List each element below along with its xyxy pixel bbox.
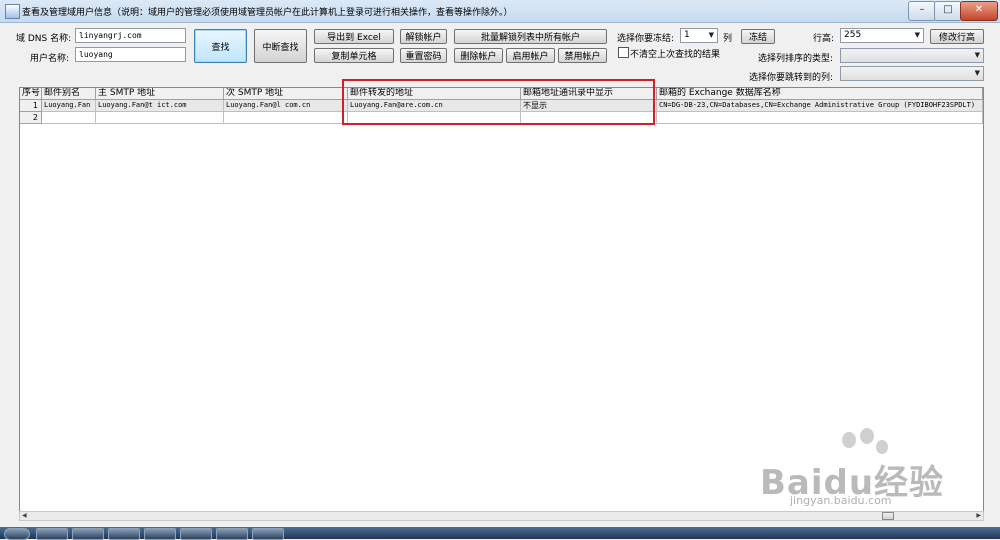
chevron-down-icon: ▼ — [708, 31, 714, 39]
app-icon — [5, 4, 20, 19]
dns-label: 域 DNS 名称: — [16, 34, 72, 44]
scrollbar-thumb[interactable] — [882, 512, 894, 520]
enable-account-button[interactable]: 启用帐户 — [506, 48, 555, 63]
chevron-down-icon: ▼ — [974, 69, 980, 77]
table-cell-secondary-smtp[interactable] — [224, 112, 348, 124]
row-height-select[interactable]: 255 ▼ — [840, 28, 924, 43]
copy-cell-button[interactable]: 复制单元格 — [314, 48, 394, 63]
export-excel-button[interactable]: 导出到 Excel — [314, 29, 394, 44]
keep-results-label: 不清空上次查找的结果 — [630, 50, 721, 60]
table-cell-primary-smtp[interactable] — [96, 112, 224, 124]
table-cell-secondary-smtp[interactable]: Luoyang.Fan@l com.cn — [224, 100, 348, 112]
taskbar-app-button[interactable] — [36, 528, 68, 540]
column-header-secondary-smtp[interactable]: 次 SMTP 地址 — [224, 88, 348, 100]
scroll-left-icon[interactable]: ◀ — [22, 511, 27, 520]
edit-row-height-button[interactable]: 修改行高 — [930, 29, 984, 44]
close-button[interactable]: ✕ — [960, 1, 998, 21]
stop-search-button[interactable]: 中断查找 — [254, 29, 307, 63]
paw-icon — [876, 440, 888, 454]
table-cell-forward[interactable]: Luoyang.Fan@are.com.cn — [348, 100, 521, 112]
column-header-primary-smtp[interactable]: 主 SMTP 地址 — [96, 88, 224, 100]
taskbar-app-button[interactable] — [108, 528, 140, 540]
sort-type-select[interactable]: ▼ — [840, 48, 984, 63]
horizontal-scrollbar[interactable]: ◀ ▶ — [19, 511, 984, 521]
title-bar: 查看及管理域用户信息（说明：域用户的管理必须使用域管理员帐户在此计算机上登录可进… — [0, 0, 1000, 23]
taskbar-app-button[interactable] — [72, 528, 104, 540]
user-input[interactable]: luoyang — [75, 47, 186, 62]
taskbar — [0, 527, 1000, 540]
column-header-no[interactable]: 序号 — [20, 88, 42, 100]
scroll-right-icon[interactable]: ▶ — [976, 511, 981, 520]
table-cell-forward[interactable] — [348, 112, 521, 124]
paw-icon — [842, 432, 856, 448]
column-unit-label: 列 — [723, 34, 733, 44]
column-header-exchange-db[interactable]: 邮箱的 Exchange 数据库名称 — [657, 88, 983, 100]
sort-type-label: 选择列排序的类型: — [758, 54, 834, 64]
table-cell-alias[interactable] — [42, 112, 96, 124]
column-header-forward[interactable]: 邮件转发的地址 — [348, 88, 521, 100]
minimize-button[interactable]: – — [908, 1, 936, 21]
user-label: 用户名称: — [30, 54, 70, 64]
chevron-down-icon: ▼ — [974, 51, 980, 59]
maximize-button[interactable]: □ — [934, 1, 962, 21]
reset-password-button[interactable]: 重置密码 — [400, 48, 447, 63]
row-number: 2 — [20, 112, 42, 124]
taskbar-app-button[interactable] — [180, 528, 212, 540]
freeze-select-value: 1 — [684, 30, 690, 40]
freeze-select[interactable]: 1 ▼ — [680, 28, 718, 43]
data-grid[interactable]: 序号 邮件别名 主 SMTP 地址 次 SMTP 地址 邮件转发的地址 邮箱地址… — [19, 87, 984, 517]
watermark-url: jingyan.baidu.com — [790, 494, 892, 507]
column-header-gal-display[interactable]: 邮箱地址通讯录中显示 — [521, 88, 657, 100]
jump-column-label: 选择你要跳转到的列: — [749, 73, 834, 83]
search-button[interactable]: 查找 — [194, 29, 247, 63]
disable-account-button[interactable]: 禁用帐户 — [558, 48, 607, 63]
keep-results-checkbox[interactable] — [618, 47, 629, 58]
table-cell-gal-display[interactable] — [521, 112, 657, 124]
column-header-alias[interactable]: 邮件别名 — [42, 88, 96, 100]
row-height-value: 255 — [844, 30, 862, 40]
paw-icon — [860, 428, 874, 444]
taskbar-app-button[interactable] — [216, 528, 248, 540]
freeze-button[interactable]: 冻结 — [741, 29, 775, 44]
table-cell-primary-smtp[interactable]: Luoyang.Fan@t ict.com — [96, 100, 224, 112]
table-cell-exchange-db[interactable]: CN=DG-DB-23,CN=Databases,CN=Exchange Adm… — [657, 100, 983, 112]
table-cell-exchange-db[interactable] — [657, 112, 983, 124]
batch-unlock-button[interactable]: 批量解锁列表中所有帐户 — [454, 29, 607, 44]
dns-input[interactable]: linyangrj.com — [75, 28, 186, 43]
start-button[interactable] — [4, 528, 30, 540]
table-cell-gal-display[interactable]: 不显示 — [521, 100, 657, 112]
delete-account-button[interactable]: 删除帐户 — [454, 48, 503, 63]
row-number: 1 — [20, 100, 42, 112]
freeze-label: 选择你要冻结: — [617, 34, 675, 44]
chevron-down-icon: ▼ — [914, 31, 920, 39]
row-height-label: 行高: — [813, 34, 835, 44]
taskbar-app-button[interactable] — [144, 528, 176, 540]
jump-column-select[interactable]: ▼ — [840, 66, 984, 81]
taskbar-app-button[interactable] — [252, 528, 284, 540]
unlock-account-button[interactable]: 解锁帐户 — [400, 29, 447, 44]
table-cell-alias[interactable]: Luoyang.Fan — [42, 100, 96, 112]
window-title: 查看及管理域用户信息（说明：域用户的管理必须使用域管理员帐户在此计算机上登录可进… — [22, 8, 513, 18]
